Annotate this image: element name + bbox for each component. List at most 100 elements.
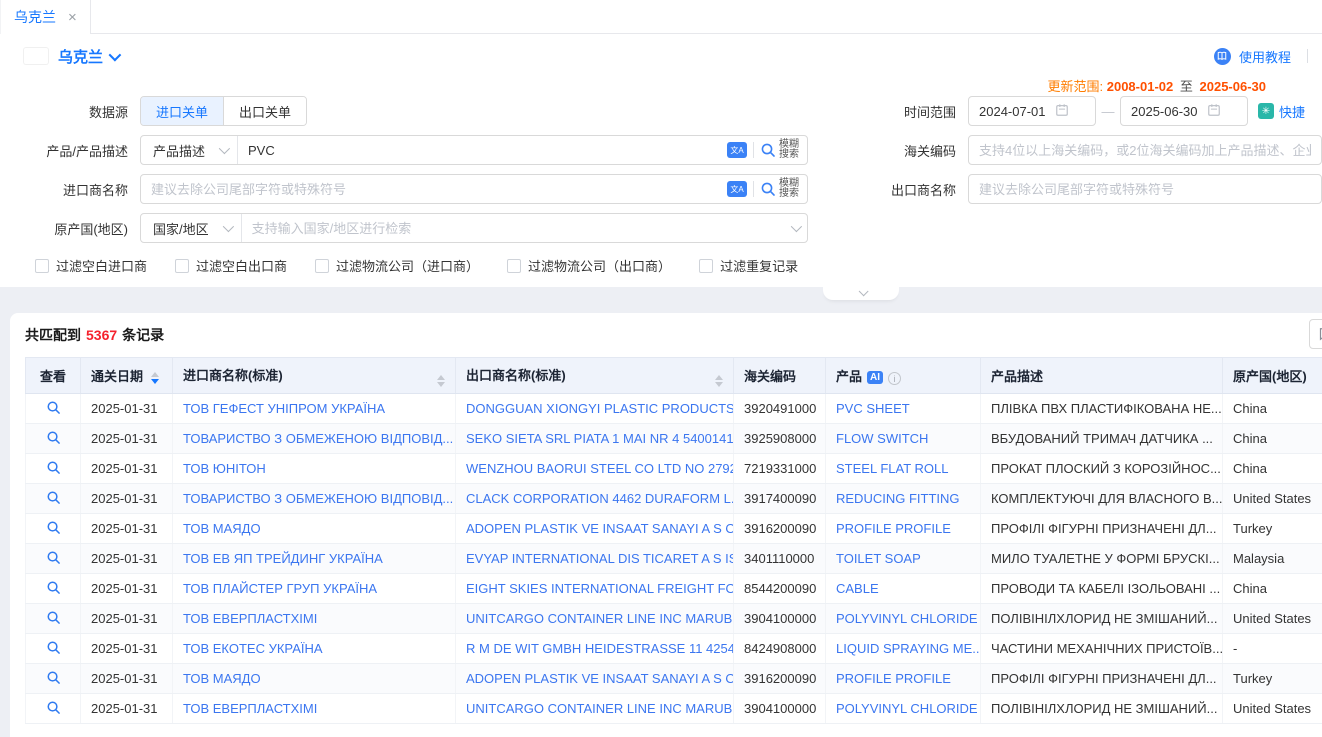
- view-detail-icon[interactable]: [46, 400, 61, 415]
- filter-checkbox[interactable]: 过滤重复记录: [699, 256, 798, 275]
- collapse-panel-button[interactable]: [823, 287, 899, 300]
- filter-checkbox[interactable]: 过滤空白出口商: [175, 256, 287, 275]
- exporter-input[interactable]: [969, 175, 1321, 203]
- importer-cell[interactable]: ТОВ ЕВ ЯП ТРЕЙДИНГ УКРАЇНА: [173, 544, 456, 574]
- ukraine-flag-icon: [24, 48, 48, 64]
- tutorial-icon[interactable]: [1214, 48, 1231, 65]
- end-date-input[interactable]: [1120, 96, 1248, 126]
- time-range-label: 时间范围: [808, 102, 968, 121]
- exporter-cell[interactable]: UNITCARGO CONTAINER LINE INC MARUB...: [456, 604, 734, 634]
- exporter-cell[interactable]: DONGGUAN XIONGYI PLASTIC PRODUCTS ...: [456, 394, 734, 424]
- calendar-icon[interactable]: [1207, 103, 1221, 120]
- chevron-down-icon[interactable]: [109, 48, 122, 61]
- exporter-cell[interactable]: UNITCARGO CONTAINER LINE INC MARUB...: [456, 694, 734, 724]
- results-corner-button[interactable]: [1309, 319, 1322, 349]
- product-input[interactable]: [238, 136, 719, 164]
- checkbox-icon[interactable]: [315, 259, 329, 273]
- hs-code-cell: 3904100000: [734, 694, 826, 724]
- results-panel: 共匹配到5367条记录 查看 通关日期 进口商名称(标准) 出口商名称(标准) …: [10, 313, 1322, 737]
- importer-cell[interactable]: ТОВ ЮНІТОН: [173, 454, 456, 484]
- checkbox-icon[interactable]: [507, 259, 521, 273]
- product-cell[interactable]: TOILET SOAP: [826, 544, 981, 574]
- product-cell[interactable]: STEEL FLAT ROLL: [826, 454, 981, 484]
- chevron-down-icon[interactable]: [791, 221, 802, 232]
- importer-cell[interactable]: ТОВАРИСТВО З ОБМЕЖЕНОЮ ВІДПОВІД...: [173, 424, 456, 454]
- product-cell[interactable]: LIQUID SPRAYING ME...: [826, 634, 981, 664]
- origin-input[interactable]: [242, 214, 783, 242]
- importer-cell[interactable]: ТОВАРИСТВО З ОБМЕЖЕНОЮ ВІДПОВІД...: [173, 484, 456, 514]
- view-detail-icon[interactable]: [46, 460, 61, 475]
- start-date-input[interactable]: [968, 96, 1096, 126]
- import-manifest-option[interactable]: 进口关单: [141, 97, 223, 125]
- view-cell: [26, 544, 81, 574]
- view-detail-icon[interactable]: [46, 700, 61, 715]
- product-cell[interactable]: POLYVINYL CHLORIDE: [826, 694, 981, 724]
- start-date-field[interactable]: [969, 104, 1055, 119]
- info-icon[interactable]: i: [888, 372, 901, 385]
- chevron-down-icon: [222, 221, 233, 232]
- origin-type-select[interactable]: 国家/地区: [141, 214, 242, 242]
- col-date[interactable]: 通关日期: [81, 358, 173, 394]
- view-cell: [26, 664, 81, 694]
- importer-cell[interactable]: ТОВ МАЯДО: [173, 514, 456, 544]
- product-cell[interactable]: CABLE: [826, 574, 981, 604]
- product-cell[interactable]: FLOW SWITCH: [826, 424, 981, 454]
- tutorial-link[interactable]: 使用教程: [1239, 47, 1291, 66]
- view-cell: [26, 694, 81, 724]
- translate-icon[interactable]: 文A: [727, 181, 747, 197]
- importer-input[interactable]: [141, 175, 719, 203]
- end-date-field[interactable]: [1121, 104, 1207, 119]
- checkbox-icon[interactable]: [699, 259, 713, 273]
- view-detail-icon[interactable]: [46, 610, 61, 625]
- results-count: 5367: [81, 327, 122, 343]
- quick-select-icon: ✳: [1258, 103, 1274, 119]
- exporter-cell[interactable]: WENZHOU BAORUI STEEL CO LTD NO 2792...: [456, 454, 734, 484]
- view-detail-icon[interactable]: [46, 580, 61, 595]
- view-detail-icon[interactable]: [46, 490, 61, 505]
- importer-cell[interactable]: ТОВ МАЯДО: [173, 664, 456, 694]
- product-cell[interactable]: PROFILE PROFILE: [826, 514, 981, 544]
- fuzzy-search-button[interactable]: 模糊搜索: [760, 140, 799, 160]
- view-detail-icon[interactable]: [46, 640, 61, 655]
- importer-cell[interactable]: ТОВ ГЕФЕСТ УНІПРОМ УКРАЇНА: [173, 394, 456, 424]
- product-cell[interactable]: PVC SHEET: [826, 394, 981, 424]
- checkbox-icon[interactable]: [35, 259, 49, 273]
- importer-cell[interactable]: ТОВ ЕВЕРПЛАСТХІМІ: [173, 694, 456, 724]
- close-icon[interactable]: ×: [68, 10, 77, 25]
- filter-checkbox[interactable]: 过滤物流公司（进口商）: [315, 256, 479, 275]
- checkbox-icon[interactable]: [175, 259, 189, 273]
- importer-cell[interactable]: ТОВ ЕВЕРПЛАСТХІМІ: [173, 604, 456, 634]
- calendar-icon[interactable]: [1055, 103, 1069, 120]
- translate-icon[interactable]: 文A: [727, 142, 747, 158]
- fuzzy-search-button[interactable]: 模糊搜索: [760, 179, 799, 199]
- col-importer[interactable]: 进口商名称(标准): [173, 358, 456, 394]
- country-name[interactable]: 乌克兰: [58, 46, 103, 67]
- quick-select-button[interactable]: ✳ 快捷: [1258, 102, 1305, 121]
- product-cell[interactable]: REDUCING FITTING: [826, 484, 981, 514]
- product-type-select[interactable]: 产品描述: [141, 136, 238, 164]
- view-detail-icon[interactable]: [46, 520, 61, 535]
- exporter-cell[interactable]: R M DE WIT GMBH HEIDESTRASSE 11 4254...: [456, 634, 734, 664]
- exporter-cell[interactable]: CLACK CORPORATION 4462 DURAFORM L...: [456, 484, 734, 514]
- exporter-cell[interactable]: EIGHT SKIES INTERNATIONAL FREIGHT FOR...: [456, 574, 734, 604]
- product-cell[interactable]: PROFILE PROFILE: [826, 664, 981, 694]
- product-cell[interactable]: POLYVINYL CHLORIDE: [826, 604, 981, 634]
- filter-checkbox[interactable]: 过滤空白进口商: [35, 256, 147, 275]
- product-label: 产品/产品描述: [10, 141, 140, 160]
- tab-ukraine[interactable]: 乌克兰 ×: [0, 0, 91, 34]
- exporter-cell[interactable]: EVYAP INTERNATIONAL DIS TICARET A S IS..…: [456, 544, 734, 574]
- hs-code-cell: 3925908000: [734, 424, 826, 454]
- view-detail-icon[interactable]: [46, 550, 61, 565]
- description-cell: ПЛІВКА ПВХ ПЛАСТИФІКОВАНА НЕ...: [981, 394, 1223, 424]
- importer-cell[interactable]: ТОВ ЕКОТЕС УКРАЇНА: [173, 634, 456, 664]
- filter-checkbox[interactable]: 过滤物流公司（出口商）: [507, 256, 671, 275]
- view-detail-icon[interactable]: [46, 670, 61, 685]
- exporter-cell[interactable]: SEKO SIETA SRL PIATA 1 MAI NR 4 5400141 …: [456, 424, 734, 454]
- exporter-cell[interactable]: ADOPEN PLASTIK VE INSAAT SANAYI A S O...: [456, 514, 734, 544]
- view-detail-icon[interactable]: [46, 430, 61, 445]
- exporter-cell[interactable]: ADOPEN PLASTIK VE INSAAT SANAYI A S O...: [456, 664, 734, 694]
- hs-code-input[interactable]: [969, 136, 1321, 164]
- importer-cell[interactable]: ТОВ ПЛАЙСТЕР ГРУП УКРАЇНА: [173, 574, 456, 604]
- export-manifest-option[interactable]: 出口关单: [223, 97, 306, 125]
- col-exporter[interactable]: 出口商名称(标准): [456, 358, 734, 394]
